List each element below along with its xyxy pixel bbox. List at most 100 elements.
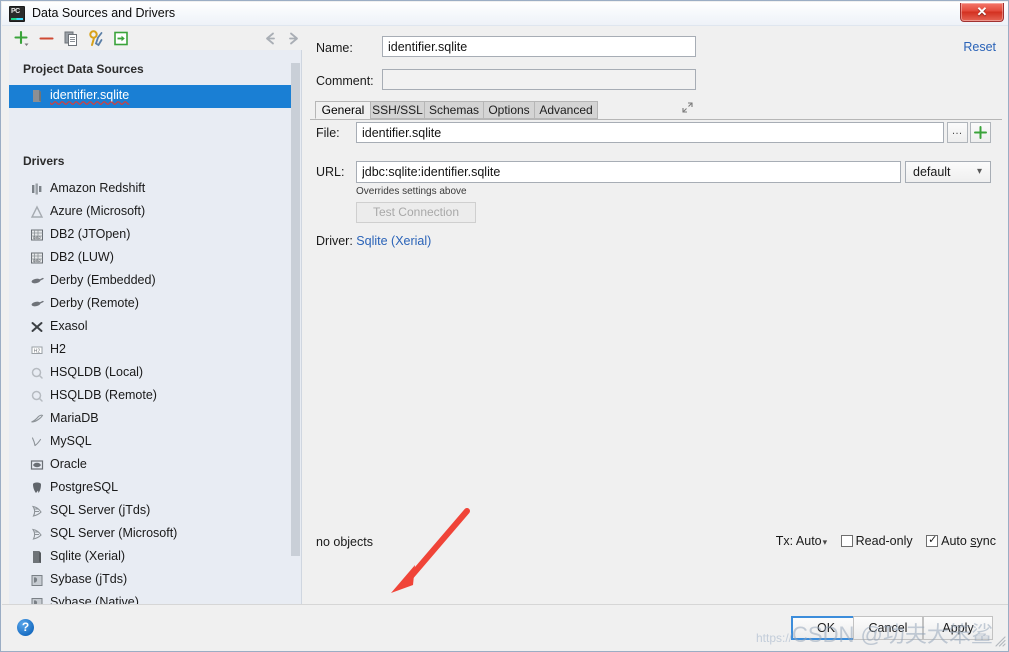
pycharm-icon-letters: PC xyxy=(11,8,20,15)
tab-options[interactable]: Options xyxy=(483,101,535,119)
browse-file-button[interactable]: … xyxy=(947,122,968,143)
driver-item-db2-luw[interactable]: DB2 DB2 (LUW) xyxy=(9,247,292,270)
url-mode-value: default xyxy=(913,165,951,179)
tx-mode-dropdown[interactable]: Tx: Auto▾ xyxy=(776,534,827,548)
driver-item-label: HSQLDB (Remote) xyxy=(50,388,157,402)
driver-item-hsqldb-local[interactable]: HSQLDB (Local) xyxy=(9,362,292,385)
data-sources-tree[interactable]: Project Data Sources identifier.sqlite D… xyxy=(9,50,302,607)
read-only-label: Read-only xyxy=(855,534,913,548)
driver-item-db2-jtopen[interactable]: DB2 DB2 (JTOpen) xyxy=(9,224,292,247)
tx-mode-label: Tx: Auto xyxy=(775,534,822,548)
driver-item-derby-embedded[interactable]: Derby (Embedded) xyxy=(9,270,292,293)
hsqldb-icon xyxy=(29,388,45,404)
h2-icon: H2 xyxy=(29,342,45,358)
navigate-back-button[interactable] xyxy=(260,29,279,48)
driver-item-label: Derby (Remote) xyxy=(50,296,139,310)
driver-item-label: Derby (Embedded) xyxy=(50,273,156,287)
comment-input[interactable] xyxy=(382,69,696,90)
svg-text:DB2: DB2 xyxy=(33,258,42,263)
tab-ssh-ssl[interactable]: SSH/SSL xyxy=(370,101,425,119)
dialog-footer: ? OK Cancel Apply xyxy=(2,604,1008,650)
url-mode-dropdown[interactable]: default ▾ xyxy=(905,161,991,183)
drivers-header: Drivers xyxy=(23,154,65,168)
auto-sync-checkbox[interactable] xyxy=(926,533,939,547)
import-data-sources-button[interactable] xyxy=(112,29,131,48)
resize-grip-icon[interactable] xyxy=(993,634,1007,648)
driver-item-azure-microsoft[interactable]: Azure (Microsoft) xyxy=(9,201,292,224)
driver-item-mysql[interactable]: MySQL xyxy=(9,431,292,454)
derby-icon xyxy=(29,273,45,289)
add-data-source-button[interactable] xyxy=(12,29,31,48)
remove-data-source-button[interactable] xyxy=(37,29,56,48)
svg-text:H2: H2 xyxy=(34,348,41,354)
mariadb-icon xyxy=(29,411,45,427)
test-connection-button[interactable]: Test Connection xyxy=(356,202,476,223)
azure-icon xyxy=(29,204,45,220)
sidebar-scrollbar-track[interactable] xyxy=(291,50,301,607)
sqlserver-icon xyxy=(29,526,45,542)
pycharm-icon: PC xyxy=(9,6,25,22)
tab-schemas[interactable]: Schemas xyxy=(424,101,484,119)
window-title: Data Sources and Drivers xyxy=(32,6,176,20)
driver-item-label: Amazon Redshift xyxy=(50,181,146,195)
driver-item-label: MariaDB xyxy=(50,411,99,425)
driver-item-label: Oracle xyxy=(50,457,87,471)
name-input[interactable] xyxy=(382,36,696,57)
driver-item-sql-server-microsoft[interactable]: SQL Server (Microsoft) xyxy=(9,523,292,546)
plus-icon xyxy=(974,126,987,139)
copy-data-source-button[interactable] xyxy=(62,29,81,48)
driver-item-sql-server-jtds[interactable]: SQL Server (jTds) xyxy=(9,500,292,523)
sybase-icon xyxy=(29,572,45,588)
expand-comment-icon[interactable] xyxy=(681,101,694,114)
navigate-forward-button[interactable] xyxy=(285,29,304,48)
comment-label: Comment: xyxy=(316,74,374,88)
driver-item-sqlite-xerial[interactable]: Sqlite (Xerial) xyxy=(9,546,292,569)
auto-sync-label: Auto sync xyxy=(941,534,996,548)
close-button[interactable]: ✕ xyxy=(960,3,1004,22)
driver-item-label: HSQLDB (Local) xyxy=(50,365,144,379)
driver-item-oracle[interactable]: Oracle xyxy=(9,454,292,477)
reset-link[interactable]: Reset xyxy=(963,40,996,54)
title-bar: PC Data Sources and Drivers ✕ xyxy=(2,2,1008,26)
pycharm-icon-accent-bar xyxy=(11,18,23,20)
derby-icon xyxy=(29,296,45,312)
postgresql-icon xyxy=(29,480,45,496)
driver-item-exasol[interactable]: Exasol xyxy=(9,316,292,339)
file-input[interactable] xyxy=(356,122,944,143)
apply-button[interactable]: Apply xyxy=(923,616,993,640)
driver-item-sybase-jtds[interactable]: Sybase (jTds) xyxy=(9,569,292,592)
read-only-checkbox[interactable] xyxy=(840,535,853,547)
driver-item-postgresql[interactable]: PostgreSQL xyxy=(9,477,292,500)
url-input[interactable] xyxy=(356,161,901,183)
svg-text:DB2: DB2 xyxy=(33,235,42,240)
sqlserver-icon xyxy=(29,503,45,519)
driver-item-derby-remote[interactable]: Derby (Remote) xyxy=(9,293,292,316)
add-file-button[interactable] xyxy=(970,122,991,143)
driver-item-label: SQL Server (Microsoft) xyxy=(50,526,178,540)
close-icon: ✕ xyxy=(976,4,988,19)
driver-item-amazon-redshift[interactable]: Amazon Redshift xyxy=(9,178,292,201)
url-label: URL: xyxy=(316,165,345,179)
sidebar-scrollbar-thumb[interactable] xyxy=(291,63,300,556)
name-label: Name: xyxy=(316,41,353,55)
driver-link[interactable]: Sqlite (Xerial) xyxy=(356,234,431,248)
tree-item-identifier-sqlite[interactable]: identifier.sqlite xyxy=(9,85,292,108)
tab-general[interactable]: General xyxy=(315,101,371,119)
help-question-icon[interactable]: ? xyxy=(17,619,34,636)
db2-icon: DB2 xyxy=(29,227,45,243)
driver-item-mariadb[interactable]: MariaDB xyxy=(9,408,292,431)
cancel-button[interactable]: Cancel xyxy=(853,616,923,640)
tree-item-label: identifier.sqlite xyxy=(50,88,130,102)
ok-button[interactable]: OK xyxy=(791,616,861,640)
driver-item-label: DB2 (LUW) xyxy=(50,250,114,264)
tab-advanced[interactable]: Advanced xyxy=(534,101,598,119)
driver-item-h2[interactable]: H2 H2 xyxy=(9,339,292,362)
driver-properties-button[interactable] xyxy=(87,29,106,48)
driver-item-label: DB2 (JTOpen) xyxy=(50,227,131,241)
driver-item-label: SQL Server (jTds) xyxy=(50,503,151,517)
driver-item-hsqldb-remote[interactable]: HSQLDB (Remote) xyxy=(9,385,292,408)
db2-icon: DB2 xyxy=(29,250,45,266)
sqlite-icon xyxy=(29,549,45,565)
file-label: File: xyxy=(316,126,340,140)
overrides-note: Overrides settings above xyxy=(356,186,467,197)
